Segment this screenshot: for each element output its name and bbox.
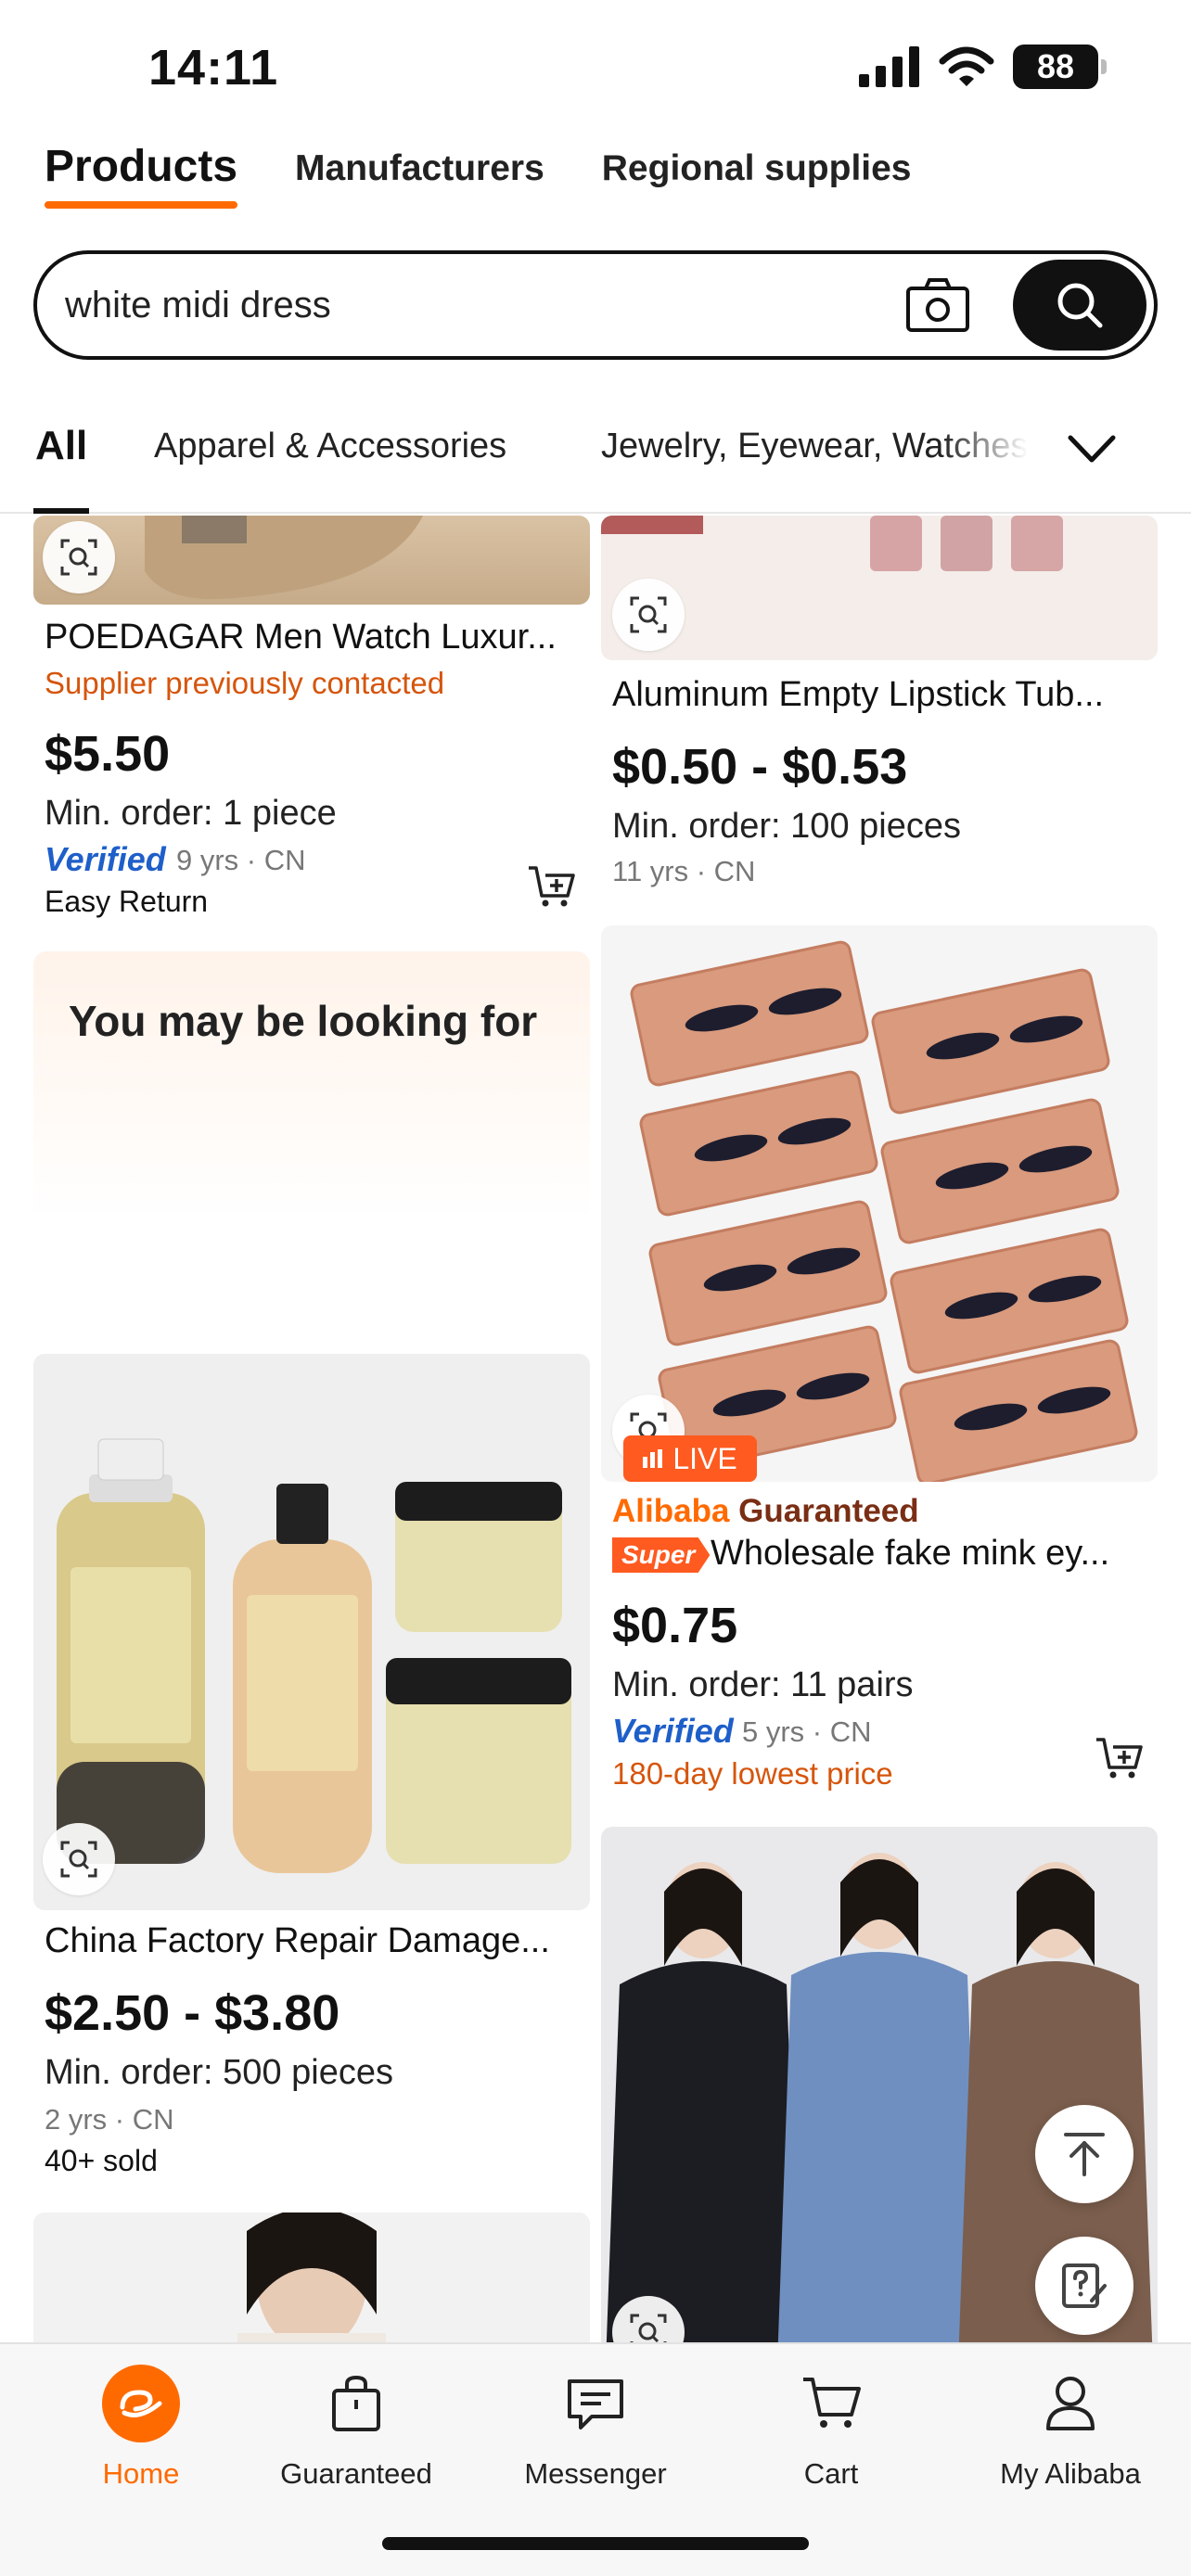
tab-manufacturers[interactable]: Manufacturers [295, 139, 544, 189]
verified-badge: Verified [612, 1712, 734, 1750]
shampoo-product-image[interactable] [33, 1354, 590, 1910]
watch-product-image[interactable] [33, 516, 590, 605]
product-price: $0.75 [612, 1598, 738, 1653]
status-time: 14:11 [148, 40, 279, 96]
live-badge: LIVE [623, 1435, 757, 1482]
shopping-bag-icon [317, 2365, 395, 2442]
cellular-signal-icon [859, 46, 919, 87]
product-price: $2.50 - $3.80 [45, 1985, 340, 2041]
arrow-up-icon [1064, 2133, 1105, 2176]
alibaba-guaranteed-logo-part2: Guaranteed [738, 1493, 919, 1529]
tab-products[interactable]: Products [45, 139, 238, 209]
status-bar: 14:11 88 [0, 0, 1191, 139]
nav-home-label: Home [102, 2457, 180, 2490]
nav-messenger-label: Messenger [524, 2457, 667, 2490]
shampoo-image-art [57, 1438, 571, 1873]
message-icon [557, 2365, 634, 2442]
alibaba-guaranteed-logo-part1: Alibaba [612, 1493, 730, 1529]
watch-image-art [145, 516, 423, 600]
live-bars-icon [643, 1449, 663, 1468]
product-price: $5.50 [45, 726, 171, 782]
supplier-meta: 2 yrs · CN [45, 2103, 174, 2136]
battery-level: 88 [1036, 47, 1075, 85]
chevron-down-icon[interactable] [1065, 425, 1119, 471]
category-tabs: All Apparel & Accessories Jewelry, Eyewe… [0, 389, 1191, 514]
home-indicator [382, 2537, 809, 2550]
live-badge-label: LIVE [672, 1441, 737, 1475]
feedback-icon [1062, 2264, 1107, 2308]
add-to-cart-icon[interactable] [1095, 1736, 1143, 1780]
add-to-cart-icon[interactable] [527, 864, 575, 909]
min-order: Min. order: 100 pieces [612, 807, 961, 846]
model-image-art [237, 2213, 386, 2342]
cart-icon [792, 2365, 870, 2442]
image-search-icon[interactable] [43, 1823, 115, 1895]
product-feed[interactable]: POEDAGAR Men Watch Luxur... Supplier pre… [0, 516, 1191, 2342]
nav-guaranteed-label: Guaranteed [280, 2457, 432, 2490]
nav-my-alibaba-label: My Alibaba [1000, 2457, 1141, 2490]
category-tab-apparel[interactable]: Apparel & Accessories [154, 427, 506, 466]
battery-icon: 88 [1013, 45, 1107, 89]
product-title[interactable]: POEDAGAR Men Watch Luxur... [45, 618, 573, 657]
user-icon [1031, 2365, 1109, 2442]
nav-my-alibaba[interactable]: My Alibaba [968, 2365, 1172, 2491]
nav-home[interactable]: Home [39, 2365, 243, 2491]
dress-product-image[interactable] [33, 2213, 590, 2342]
supplier-meta: 9 yrs · CN [176, 844, 306, 876]
alibaba-guaranteed-logo: Alibaba Guaranteed [612, 1493, 919, 1530]
min-order: Min. order: 1 piece [45, 794, 337, 833]
you-may-be-looking-for[interactable]: You may be looking for [33, 951, 590, 1220]
nav-cart[interactable]: Cart [729, 2365, 933, 2491]
nav-messenger[interactable]: Messenger [493, 2365, 698, 2491]
category-tab-all[interactable]: All [32, 423, 90, 514]
verified-badge: Verified [45, 840, 166, 878]
home-logo-icon [102, 2365, 180, 2442]
easy-return-badge: Easy Return [45, 885, 209, 918]
lowest-price-note: 180-day lowest price [612, 1756, 893, 1791]
nav-guaranteed[interactable]: Guaranteed [254, 2365, 458, 2491]
supplier-contacted-note: Supplier previously contacted [45, 666, 445, 700]
tab-regional-supplies[interactable]: Regional supplies [602, 139, 912, 189]
image-search-icon[interactable] [612, 579, 685, 651]
min-order: Min. order: 11 pairs [612, 1665, 914, 1704]
camera-icon[interactable] [905, 277, 970, 333]
search-bar [33, 250, 1158, 360]
search-icon [1057, 283, 1103, 328]
product-title[interactable]: Wholesale fake mink ey... [711, 1534, 1146, 1574]
supplier-meta: 5 yrs · CN [742, 1715, 872, 1748]
lipstick-product-image[interactable] [601, 516, 1158, 660]
feedback-button[interactable] [1035, 2237, 1133, 2335]
search-button[interactable] [1013, 260, 1146, 351]
lashes-product-image[interactable] [601, 925, 1158, 1482]
scroll-to-top-button[interactable] [1035, 2105, 1133, 2203]
supplier-meta: 11 yrs · CN [612, 855, 756, 887]
product-title[interactable]: Aluminum Empty Lipstick Tub... [612, 675, 1141, 715]
product-price: $0.50 - $0.53 [612, 739, 908, 795]
category-tab-jewelry[interactable]: Jewelry, Eyewear, Watches [601, 427, 1028, 466]
min-order: Min. order: 500 pieces [45, 2053, 393, 2092]
wifi-icon [939, 46, 994, 86]
you-may-be-looking-for-title: You may be looking for [69, 997, 538, 1045]
super-badge: Super [612, 1537, 711, 1573]
image-search-icon[interactable] [43, 521, 115, 593]
sold-count: 40+ sold [45, 2144, 158, 2177]
search-input[interactable] [37, 284, 905, 326]
status-icons: 88 [859, 45, 1107, 89]
product-title[interactable]: China Factory Repair Damage... [45, 1921, 573, 1961]
lipstick-image-art [601, 516, 1063, 571]
lashes-image-art [630, 940, 1138, 1482]
top-tabs: Products Manufacturers Regional supplies [45, 139, 912, 213]
nav-cart-label: Cart [803, 2457, 859, 2490]
